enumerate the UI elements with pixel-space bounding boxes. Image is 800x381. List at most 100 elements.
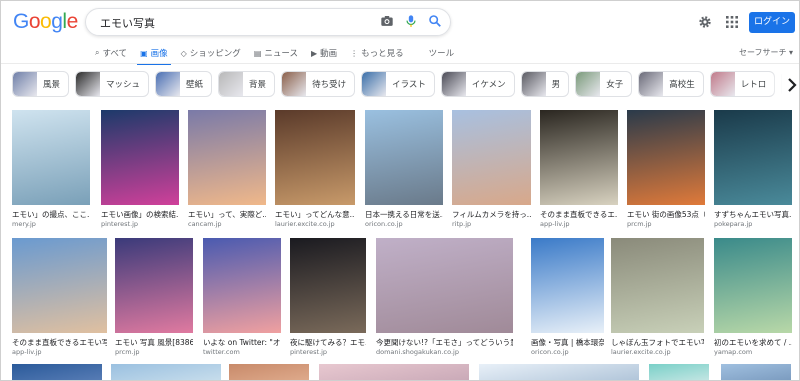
result-title[interactable]: エモい」って、実際ど... xyxy=(188,209,266,220)
safesearch-dropdown[interactable]: セーフサーチ ▾ xyxy=(739,47,793,58)
result-title[interactable]: 日本一携える日常を送... xyxy=(365,209,443,220)
result-source: oricon.co.jp xyxy=(531,348,569,356)
chip-thumbnail xyxy=(441,72,466,96)
result-source: laurier.excite.co.jp xyxy=(611,348,671,356)
play-icon: ▶ xyxy=(310,48,318,58)
news-icon: ▤ xyxy=(253,48,262,58)
result-title[interactable]: 画像・写真 | 橋本環奈... xyxy=(531,337,604,348)
result-thumbnail[interactable] xyxy=(531,238,604,333)
chip-10[interactable]: レトロ xyxy=(709,71,776,97)
tools-button[interactable]: ツール xyxy=(429,45,455,61)
result-source: prcm.jp xyxy=(627,220,652,228)
login-button[interactable]: ログイン xyxy=(749,12,795,33)
result-source: domani.shogakukan.co.jp xyxy=(376,348,459,356)
result-source: cancam.jp xyxy=(188,220,222,228)
result-title[interactable]: エモい 街の画像53点（... xyxy=(627,209,705,220)
chip-7[interactable]: 男 xyxy=(520,71,570,97)
related-search-chips: 風景マッシュ壁紙背景待ち受けイラストイケメン男女子高校生レトロロゴ xyxy=(12,71,799,97)
result-source: mery.jp xyxy=(12,220,36,228)
chip-2[interactable]: 壁紙 xyxy=(155,71,213,97)
result-title[interactable]: 今更聞けない!?「エモさ」ってどういう意味... xyxy=(376,337,513,348)
google-logo[interactable]: Google xyxy=(13,10,78,34)
result-thumbnail[interactable] xyxy=(721,364,791,380)
result-source: app-liv.jp xyxy=(12,348,42,356)
chip-label: 待ち受け xyxy=(312,80,347,90)
tab-shopping[interactable]: ◇ ショッピング xyxy=(181,45,241,61)
result-thumbnail[interactable] xyxy=(290,238,366,333)
result-thumbnail[interactable] xyxy=(376,238,513,333)
search-icon[interactable] xyxy=(428,14,442,28)
result-thumbnail[interactable] xyxy=(540,110,618,205)
camera-icon[interactable] xyxy=(380,14,394,28)
search-tabs: ⌕ すべて ▣ 画像 ◇ ショッピング ▤ ニュース ▶ 動画 ⋮ もっと見る ツール xyxy=(95,45,467,65)
result-thumbnail[interactable] xyxy=(319,364,469,380)
chip-1[interactable]: マッシュ xyxy=(75,71,150,97)
result-thumbnail[interactable] xyxy=(649,364,709,380)
result-source: pokepara.jp xyxy=(714,220,753,228)
chip-4[interactable]: 待ち受け xyxy=(281,71,356,97)
chip-6[interactable]: イケメン xyxy=(440,71,515,97)
result-thumbnail[interactable] xyxy=(365,110,443,205)
tab-news[interactable]: ▤ ニュース xyxy=(254,45,298,61)
result-source: ritp.jp xyxy=(452,220,472,228)
chip-label: 高校生 xyxy=(669,80,695,90)
result-source: pinterest.jp xyxy=(101,220,139,228)
result-source: app-liv.jp xyxy=(540,220,570,228)
result-title[interactable]: しゃぼん玉フォトでエモい写... xyxy=(611,337,704,348)
chips-next-button[interactable] xyxy=(782,71,799,99)
chip-9[interactable]: 高校生 xyxy=(638,71,704,97)
apps-grid-icon[interactable] xyxy=(726,16,738,28)
result-thumbnail[interactable] xyxy=(12,110,90,205)
result-title[interactable]: エモい 写真 風景[8386... xyxy=(115,337,193,348)
result-title[interactable]: すずちゃんエモい写真... xyxy=(714,209,792,220)
chip-label: 背景 xyxy=(249,80,267,90)
tab-videos[interactable]: ▶ 動画 xyxy=(311,45,337,61)
result-thumbnail[interactable] xyxy=(12,364,102,380)
result-thumbnail[interactable] xyxy=(101,110,179,205)
chip-5[interactable]: イラスト xyxy=(361,71,435,97)
result-thumbnail[interactable] xyxy=(12,238,107,333)
result-title[interactable]: エモい」の撮点、ここ... xyxy=(12,209,90,220)
result-title[interactable]: そのまま直板できるエ... xyxy=(540,209,618,220)
result-thumbnail[interactable] xyxy=(115,238,193,333)
search-input[interactable]: エモい写真 xyxy=(100,15,155,31)
chip-3[interactable]: 背景 xyxy=(218,71,276,97)
tab-all[interactable]: ⌕ すべて xyxy=(95,45,127,61)
tab-more[interactable]: ⋮ もっと見る xyxy=(350,45,404,61)
chip-0[interactable]: 風景 xyxy=(12,71,70,97)
result-thumbnail[interactable] xyxy=(627,110,705,205)
result-title[interactable]: 夜に駆けてみる？エモ... xyxy=(290,337,366,348)
chip-8[interactable]: 女子 xyxy=(575,71,633,97)
chip-thumbnail xyxy=(76,72,101,96)
result-thumbnail[interactable] xyxy=(714,238,792,333)
chip-label: 男 xyxy=(551,80,561,90)
result-title[interactable]: そのまま直板できるエモい写... xyxy=(12,337,107,348)
search-box[interactable]: エモい写真 xyxy=(85,8,451,36)
result-title[interactable]: 初のエモいを求めて / ... xyxy=(714,337,792,348)
result-thumbnail[interactable] xyxy=(188,110,266,205)
microphone-icon[interactable] xyxy=(404,14,418,28)
chip-label: レトロ xyxy=(740,80,767,90)
tab-images[interactable]: ▣ 画像 xyxy=(137,45,171,65)
result-title[interactable]: いよな on Twitter: "オー... xyxy=(203,337,281,348)
result-thumbnail[interactable] xyxy=(275,110,355,205)
result-thumbnail[interactable] xyxy=(111,364,221,380)
result-thumbnail[interactable] xyxy=(714,110,792,205)
browser-frame: Google エモい写真 ログイン ⌕ すべて ▣ 画像 ◇ ショッピング ▤ … xyxy=(0,0,800,381)
chip-thumbnail xyxy=(639,72,664,96)
result-thumbnail[interactable] xyxy=(479,364,639,380)
result-source: pinterest.jp xyxy=(290,348,328,356)
result-thumbnail[interactable] xyxy=(203,238,281,333)
result-thumbnail[interactable] xyxy=(611,238,704,333)
chip-label: 女子 xyxy=(606,80,624,90)
chip-thumbnail xyxy=(521,72,546,96)
result-title[interactable]: フィルムカメラを持っ... xyxy=(452,209,531,220)
chip-label: イケメン xyxy=(471,80,506,90)
gear-icon[interactable] xyxy=(698,15,712,29)
result-title[interactable]: エモい画像」の検索結... xyxy=(101,209,179,220)
result-thumbnail[interactable] xyxy=(452,110,531,205)
result-title[interactable]: エモい」ってどんな意... xyxy=(275,209,355,220)
chip-thumbnail xyxy=(282,72,307,96)
result-thumbnail[interactable] xyxy=(229,364,309,380)
chip-label: 壁紙 xyxy=(186,80,204,90)
